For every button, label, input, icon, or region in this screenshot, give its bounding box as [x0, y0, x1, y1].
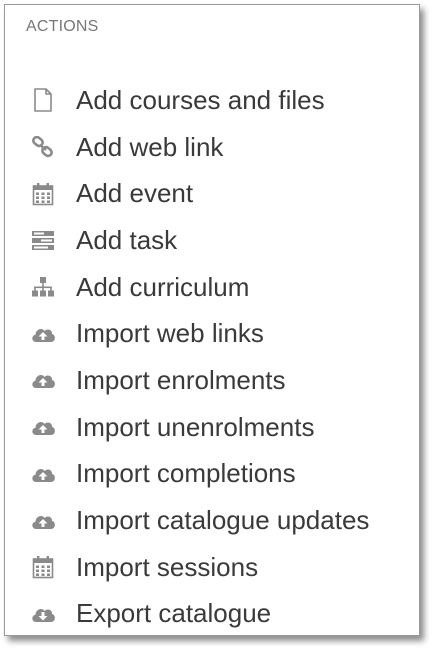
cloud-upload-icon: [30, 461, 56, 487]
action-import-unenrolments[interactable]: Import unenrolments: [5, 404, 419, 451]
sitemap-icon: [30, 274, 56, 300]
link-icon: [30, 134, 56, 160]
action-label: Add curriculum: [76, 271, 250, 302]
action-import-web-links[interactable]: Import web links: [5, 310, 419, 357]
action-import-catalogue-updates[interactable]: Import catalogue updates: [5, 497, 419, 544]
cloud-upload-icon: [30, 367, 56, 393]
actions-list: Add courses and files Add web link Add e…: [5, 77, 419, 637]
action-label: Add task: [76, 224, 178, 255]
action-label: Export catalogue: [76, 598, 272, 629]
action-label: Import web links: [76, 318, 264, 349]
cloud-download-icon: [30, 601, 56, 627]
tasks-icon: [30, 227, 56, 253]
action-add-courses-and-files[interactable]: Add courses and files: [5, 77, 419, 124]
action-add-task[interactable]: Add task: [5, 217, 419, 264]
action-label: Add courses and files: [76, 84, 325, 115]
action-export-catalogue[interactable]: Export catalogue: [5, 591, 419, 638]
cloud-upload-icon: [30, 321, 56, 347]
panel-header: ACTIONS: [26, 18, 99, 35]
action-label: Add web link: [76, 131, 224, 162]
action-label: Import catalogue updates: [76, 505, 370, 536]
action-label: Import sessions: [76, 551, 259, 582]
actions-panel: ACTIONS Add courses and files Add web li…: [4, 4, 420, 636]
action-add-event[interactable]: Add event: [5, 170, 419, 217]
file-icon: [30, 87, 56, 113]
action-label: Import completions: [76, 458, 296, 489]
action-label: Import enrolments: [76, 364, 286, 395]
action-add-web-link[interactable]: Add web link: [5, 124, 419, 171]
action-import-completions[interactable]: Import completions: [5, 451, 419, 498]
calendar-icon: [30, 554, 56, 580]
action-add-curriculum[interactable]: Add curriculum: [5, 264, 419, 311]
action-import-enrolments[interactable]: Import enrolments: [5, 357, 419, 404]
cloud-upload-icon: [30, 508, 56, 534]
calendar-icon: [30, 181, 56, 207]
action-label: Add event: [76, 178, 194, 209]
action-import-sessions[interactable]: Import sessions: [5, 544, 419, 591]
action-label: Import unenrolments: [76, 411, 315, 442]
cloud-upload-icon: [30, 414, 56, 440]
